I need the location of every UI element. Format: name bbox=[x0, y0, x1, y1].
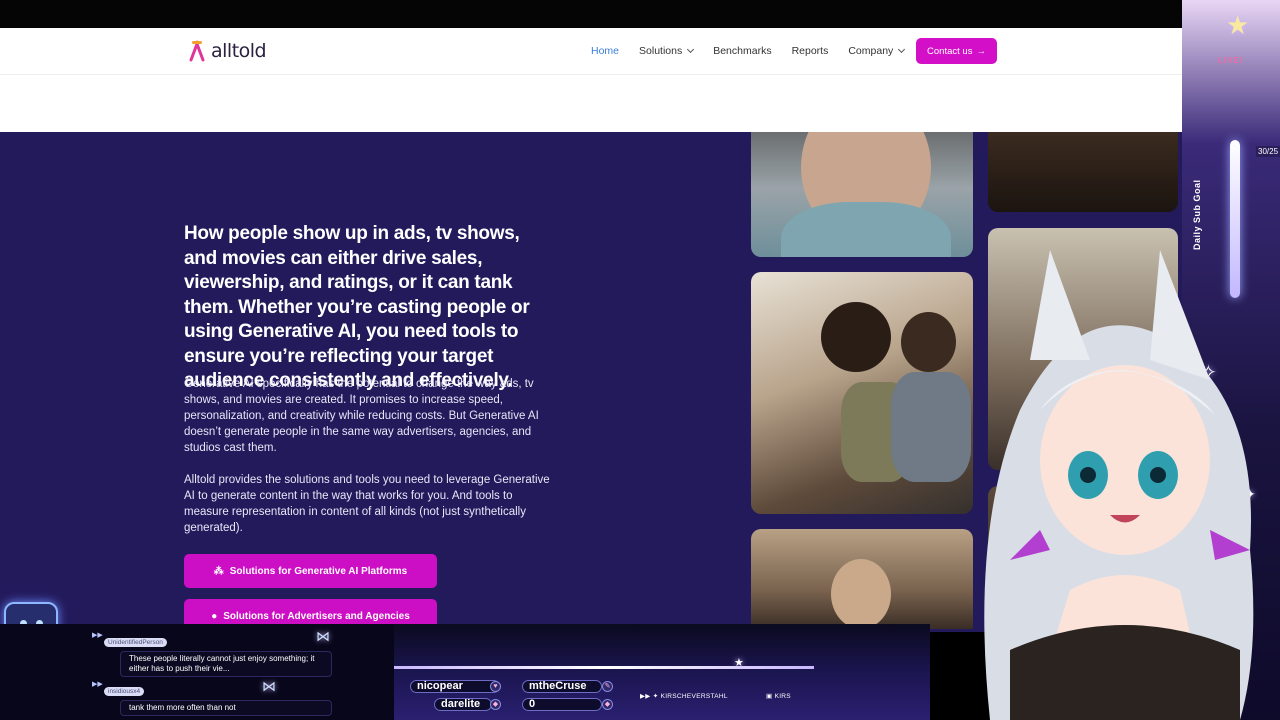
chat-text: tank them more often than not bbox=[120, 700, 332, 716]
nav-company[interactable]: Company bbox=[848, 45, 906, 57]
social-twitch: ▣ KIRS bbox=[766, 692, 791, 700]
social-handle: KIRSCHEVERSTAHL bbox=[660, 693, 728, 700]
chat-arrow-icon: ▶▶ bbox=[92, 632, 103, 639]
logo-mark-icon bbox=[189, 40, 205, 62]
site-header: alltold Home Solutions Benchmarks Report… bbox=[0, 28, 1190, 75]
chat-text: These people literally cannot just enjoy… bbox=[120, 651, 332, 677]
photo-shirt bbox=[781, 202, 951, 257]
nav-home[interactable]: Home bbox=[591, 45, 619, 57]
social-handle: KIRS bbox=[774, 693, 791, 700]
logo[interactable]: alltold bbox=[189, 40, 267, 62]
bottom-ticker: nicopear ♥ mtheCruse ✎ darelite ◆ 0 ◆ ★ bbox=[394, 624, 930, 720]
nav-solutions-label: Solutions bbox=[639, 45, 683, 57]
contact-button-label: Contact us bbox=[927, 45, 973, 57]
logo-text: alltold bbox=[211, 40, 267, 62]
bow-icon: ⋈ bbox=[316, 628, 330, 644]
cta-primary-label: Solutions for Generative AI Platforms bbox=[229, 565, 408, 577]
generative-ai-solutions-button[interactable]: ⁂ Solutions for Generative AI Platforms bbox=[184, 554, 437, 588]
chat-panel: ▶▶ UnidentifiedPerson These people liter… bbox=[0, 624, 394, 720]
twitter-icon: ▶▶ ✦ bbox=[640, 693, 661, 700]
ticker-name: mtheCruse bbox=[522, 680, 602, 693]
nav-company-label: Company bbox=[848, 45, 894, 57]
twitch-icon: ▣ bbox=[766, 693, 775, 700]
live-label: LIVE! bbox=[1218, 56, 1244, 65]
bow-icon: ⋈ bbox=[262, 678, 276, 694]
hero-headline: How people show up in ads, tv shows, and… bbox=[184, 223, 530, 391]
person-icon: ● bbox=[211, 610, 218, 622]
chat-message: ▶▶ insidiousx4 tank them more often than… bbox=[92, 680, 332, 716]
photo-table bbox=[988, 132, 1178, 212]
diamond-icon: ◆ bbox=[490, 699, 501, 710]
chat-username: UnidentifiedPerson bbox=[104, 638, 167, 647]
chat-username: insidiousx4 bbox=[104, 687, 145, 696]
chat-arrow-icon: ▶▶ bbox=[92, 681, 103, 688]
chevron-down-icon bbox=[898, 45, 906, 54]
nav-reports[interactable]: Reports bbox=[792, 45, 829, 57]
arrow-right-icon: → bbox=[976, 45, 986, 57]
pencil-icon: ✎ bbox=[602, 681, 613, 692]
ticker-name: 0 bbox=[522, 698, 602, 711]
ticker-name: darelite bbox=[434, 698, 492, 711]
social-twitter: ▶▶ ✦ KIRSCHEVERSTAHL bbox=[640, 692, 728, 700]
network-icon: ⁂ bbox=[213, 565, 224, 577]
photo-figure bbox=[821, 302, 891, 372]
heart-icon: ♥ bbox=[490, 681, 501, 692]
top-black-strip bbox=[0, 0, 1280, 28]
sub-goal-count: 30/25 bbox=[1256, 146, 1280, 157]
nav-benchmarks[interactable]: Benchmarks bbox=[713, 45, 771, 57]
diamond-icon: ◆ bbox=[602, 699, 613, 710]
star-icon: ★ bbox=[1226, 10, 1250, 40]
hero-paragraph-2: Alltold provides the solutions and tools… bbox=[184, 474, 550, 534]
vtuber-avatar bbox=[984, 250, 1254, 720]
hero-paragraph-1: Generative AI specifically has the poten… bbox=[184, 378, 539, 454]
stream-screen: alltold Home Solutions Benchmarks Report… bbox=[0, 0, 1280, 720]
nav-solutions[interactable]: Solutions bbox=[639, 45, 695, 57]
cta-secondary-label: Solutions for Advertisers and Agencies bbox=[223, 610, 410, 622]
main-nav: Home Solutions Benchmarks Reports Compan… bbox=[591, 45, 924, 57]
header-spacer bbox=[0, 75, 1190, 132]
chevron-down-icon bbox=[687, 45, 695, 54]
contact-button[interactable]: Contact us → bbox=[916, 38, 997, 64]
chat-message: ▶▶ UnidentifiedPerson These people liter… bbox=[92, 631, 332, 677]
photo-figure bbox=[831, 559, 891, 629]
ticker-band bbox=[394, 666, 814, 669]
star-icon: ★ bbox=[734, 657, 744, 669]
ticker-name: nicopear bbox=[410, 680, 500, 693]
